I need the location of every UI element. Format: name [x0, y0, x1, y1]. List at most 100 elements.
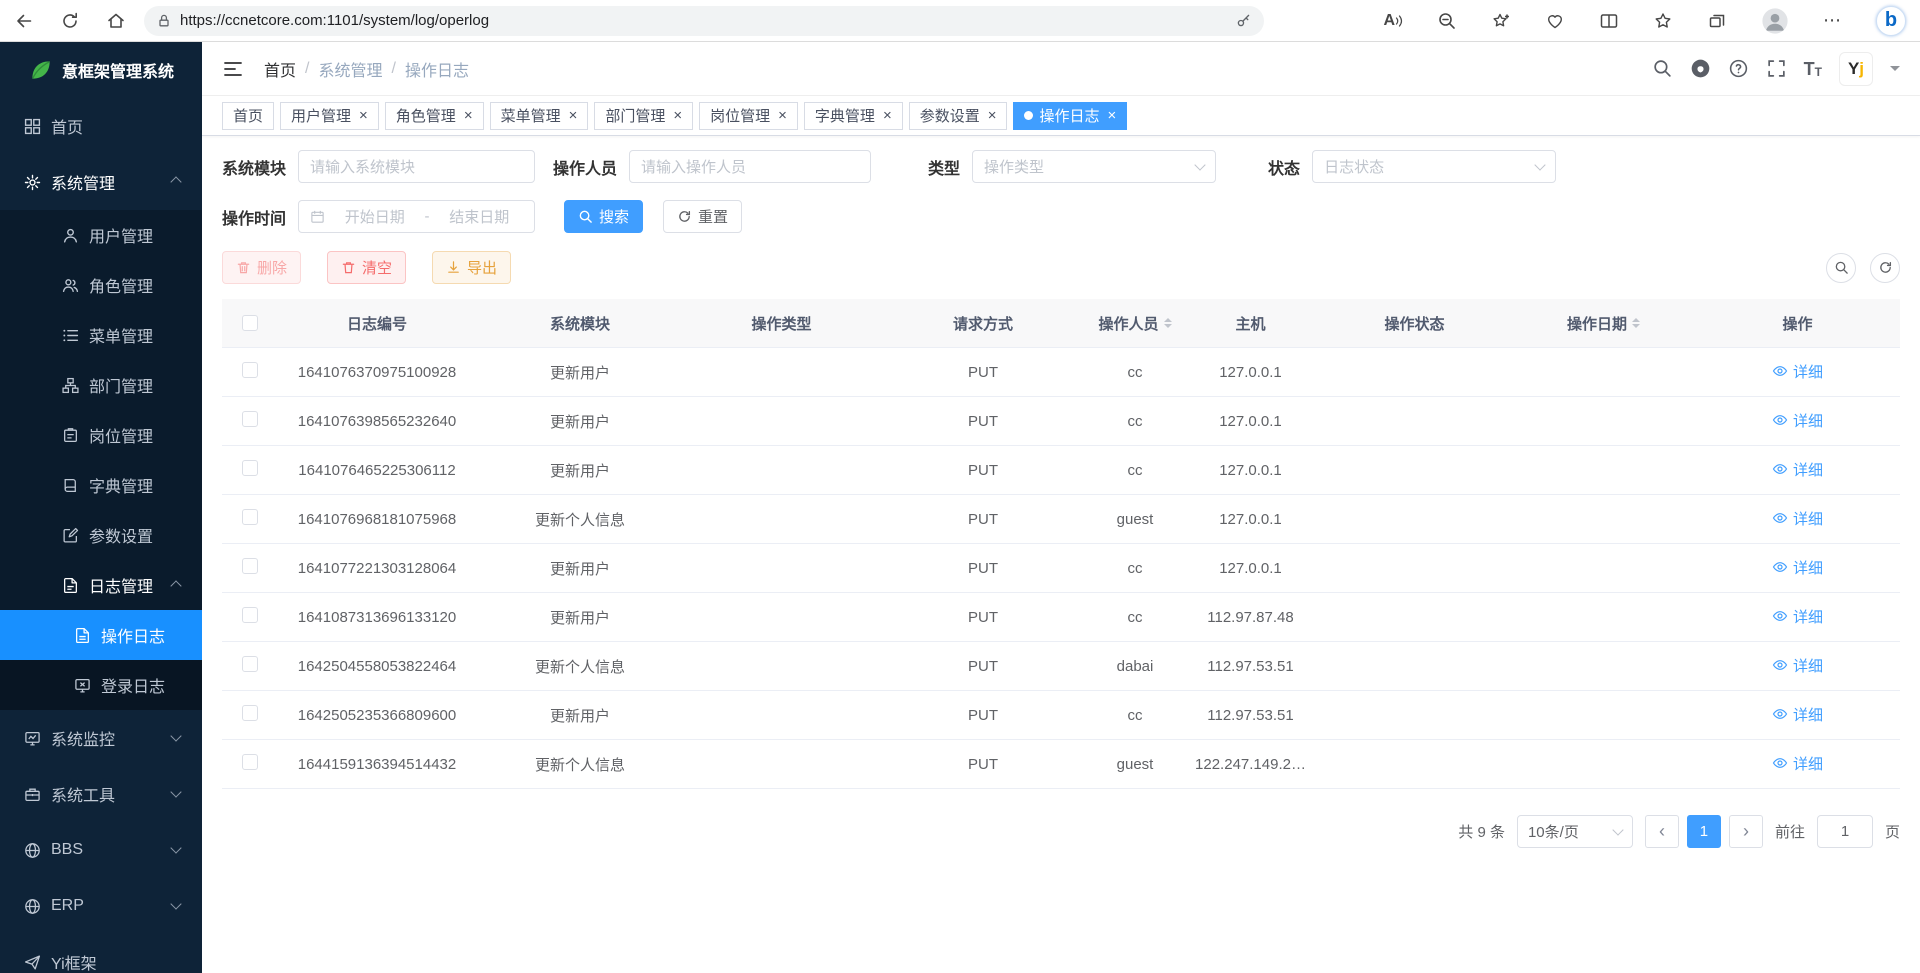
row-checkbox[interactable] — [242, 705, 258, 721]
col-header-date[interactable]: 操作日期 — [1512, 313, 1695, 334]
tab-department-mgmt[interactable]: 部门管理× — [594, 102, 693, 130]
read-aloud-icon[interactable]: A — [1383, 12, 1403, 30]
sidebar-item-home[interactable]: 首页 — [0, 98, 202, 154]
toggle-search-button[interactable] — [1826, 253, 1856, 283]
sidebar-item-post-mgmt[interactable]: 岗位管理 — [0, 410, 202, 460]
table-row[interactable]: 1641076370975100928 更新用户 PUT cc 127.0.0.… — [222, 348, 1900, 397]
detail-link[interactable]: 详细 — [1772, 753, 1823, 774]
sidebar-item-operation-log[interactable]: 操作日志 — [0, 610, 202, 660]
chevron-down-icon[interactable] — [1890, 66, 1900, 76]
tab-role-mgmt[interactable]: 角色管理× — [385, 102, 484, 130]
back-icon[interactable] — [14, 11, 34, 31]
sidebar-item-log-mgmt[interactable]: 日志管理 — [0, 560, 202, 610]
detail-link[interactable]: 详细 — [1772, 655, 1823, 676]
sidebar-item-param-settings[interactable]: 参数设置 — [0, 510, 202, 560]
start-date-placeholder[interactable]: 开始日期 — [331, 206, 419, 227]
next-page-button[interactable]: › — [1729, 815, 1763, 848]
refresh-icon[interactable] — [60, 11, 80, 31]
table-row[interactable]: 1641076968181075968 更新个人信息 PUT guest 127… — [222, 495, 1900, 544]
close-icon[interactable]: × — [883, 108, 892, 123]
table-row[interactable]: 1642505235366809600 更新用户 PUT cc 112.97.5… — [222, 691, 1900, 740]
sidebar-item-bbs[interactable]: BBS — [0, 822, 202, 878]
user-avatar-logo[interactable]: Yj — [1839, 52, 1873, 86]
breadcrumb-home[interactable]: 首页 — [264, 57, 296, 81]
prev-page-button[interactable]: ‹ — [1645, 815, 1679, 848]
detail-link[interactable]: 详细 — [1772, 361, 1823, 382]
detail-link[interactable]: 详细 — [1772, 508, 1823, 529]
date-range-picker[interactable]: 开始日期 - 结束日期 — [298, 200, 535, 233]
page-number-button[interactable]: 1 — [1687, 815, 1721, 848]
zoom-icon[interactable] — [1437, 11, 1457, 31]
browser-essentials-icon[interactable] — [1545, 11, 1565, 31]
sidebar-toggle-icon[interactable] — [222, 58, 244, 80]
detail-link[interactable]: 详细 — [1772, 606, 1823, 627]
sidebar-item-yi-framework[interactable]: Yi框架 — [0, 934, 202, 973]
close-icon[interactable]: × — [673, 108, 682, 123]
add-favorite-icon[interactable] — [1491, 11, 1511, 31]
row-checkbox[interactable] — [242, 362, 258, 378]
row-checkbox[interactable] — [242, 607, 258, 623]
status-select[interactable]: 日志状态 — [1312, 150, 1556, 183]
table-row[interactable]: 1641087313696133120 更新用户 PUT cc 112.97.8… — [222, 593, 1900, 642]
detail-link[interactable]: 详细 — [1772, 459, 1823, 480]
profile-avatar[interactable] — [1761, 7, 1789, 35]
bing-icon[interactable]: b — [1876, 6, 1906, 36]
select-all-checkbox[interactable] — [242, 315, 258, 331]
page-size-select[interactable]: 10条/页 — [1517, 815, 1633, 848]
sidebar-item-dict-mgmt[interactable]: 字典管理 — [0, 460, 202, 510]
search-button[interactable]: 搜索 — [564, 200, 643, 233]
close-icon[interactable]: × — [569, 108, 578, 123]
address-bar[interactable]: https://ccnetcore.com:1101/system/log/op… — [144, 6, 1264, 36]
row-checkbox[interactable] — [242, 460, 258, 476]
sidebar-item-role-mgmt[interactable]: 角色管理 — [0, 260, 202, 310]
row-checkbox[interactable] — [242, 656, 258, 672]
sidebar-item-user-mgmt[interactable]: 用户管理 — [0, 210, 202, 260]
table-row[interactable]: 1644159136394514432 更新个人信息 PUT guest 122… — [222, 740, 1900, 789]
tab-dict-mgmt[interactable]: 字典管理× — [804, 102, 903, 130]
row-checkbox[interactable] — [242, 411, 258, 427]
sidebar-item-erp[interactable]: ERP — [0, 878, 202, 934]
refresh-table-button[interactable] — [1870, 253, 1900, 283]
collections-icon[interactable] — [1707, 11, 1727, 31]
page-jump-input[interactable] — [1817, 815, 1873, 848]
table-row[interactable]: 1641077221303128064 更新用户 PUT cc 127.0.0.… — [222, 544, 1900, 593]
export-button[interactable]: 导出 — [432, 251, 511, 284]
table-row[interactable]: 1641076398565232640 更新用户 PUT cc 127.0.0.… — [222, 397, 1900, 446]
close-icon[interactable]: × — [359, 108, 368, 123]
module-input[interactable]: 请输入系统模块 — [298, 150, 535, 183]
home-icon[interactable] — [106, 11, 126, 31]
more-menu-icon[interactable]: ⋯ — [1823, 10, 1842, 31]
font-size-icon[interactable]: TT — [1804, 60, 1822, 78]
reset-button[interactable]: 重置 — [663, 200, 742, 233]
fullscreen-icon[interactable] — [1766, 58, 1787, 79]
tab-operation-log[interactable]: 操作日志× — [1013, 102, 1127, 130]
end-date-placeholder[interactable]: 结束日期 — [436, 206, 524, 227]
table-row[interactable]: 1641076465225306112 更新用户 PUT cc 127.0.0.… — [222, 446, 1900, 495]
close-icon[interactable]: × — [1108, 108, 1117, 123]
search-icon[interactable] — [1652, 58, 1673, 79]
sidebar-item-system-mgmt[interactable]: 系统管理 — [0, 154, 202, 210]
sidebar-item-menu-mgmt[interactable]: 菜单管理 — [0, 310, 202, 360]
detail-link[interactable]: 详细 — [1772, 704, 1823, 725]
split-screen-icon[interactable] — [1599, 11, 1619, 31]
github-icon[interactable] — [1690, 58, 1711, 79]
operator-input[interactable]: 请输入操作人员 — [629, 150, 871, 183]
sort-caret-icon[interactable] — [1164, 314, 1172, 332]
url-text[interactable]: https://ccnetcore.com:1101/system/log/op… — [180, 12, 1227, 29]
tab-post-mgmt[interactable]: 岗位管理× — [699, 102, 798, 130]
password-key-icon[interactable] — [1235, 12, 1252, 29]
row-checkbox[interactable] — [242, 558, 258, 574]
tab-home[interactable]: 首页 — [222, 102, 274, 130]
tab-param-settings[interactable]: 参数设置× — [909, 102, 1008, 130]
row-checkbox[interactable] — [242, 509, 258, 525]
sidebar-item-department-mgmt[interactable]: 部门管理 — [0, 360, 202, 410]
sort-caret-icon[interactable] — [1632, 314, 1640, 332]
close-icon[interactable]: × — [464, 108, 473, 123]
breadcrumb-system-mgmt[interactable]: 系统管理 — [318, 57, 382, 81]
detail-link[interactable]: 详细 — [1772, 410, 1823, 431]
sidebar-item-system-monitor[interactable]: 系统监控 — [0, 710, 202, 766]
tab-menu-mgmt[interactable]: 菜单管理× — [490, 102, 589, 130]
clear-button[interactable]: 清空 — [327, 251, 406, 284]
type-select[interactable]: 操作类型 — [972, 150, 1216, 183]
row-checkbox[interactable] — [242, 754, 258, 770]
